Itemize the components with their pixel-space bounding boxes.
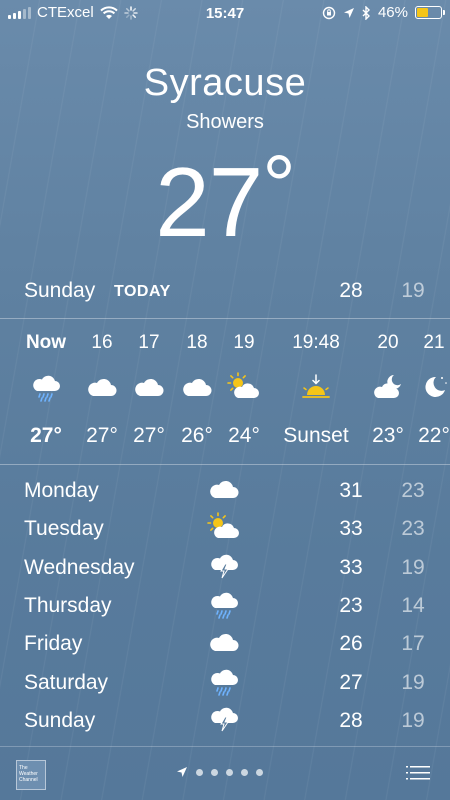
daily-high: 33 [339,517,363,541]
daily-row: Sunday 28 19 [0,702,450,740]
hourly-temp: 27° [86,424,118,447]
cloud-icon [179,372,215,402]
page-indicator[interactable] [176,766,263,778]
hourly-temp: 27° [30,424,62,447]
today-summary-row: Sunday TODAY 28 19 [0,279,450,307]
hourly-time: 19:48 [292,332,340,353]
page-dot[interactable] [256,768,263,776]
hourly-time: 17 [138,332,160,353]
daily-high: 28 [339,708,363,732]
daily-row: Tuesday 33 23 [0,510,450,548]
page-dot[interactable] [211,768,218,776]
hourly-time: Now [25,332,67,353]
page-dot[interactable] [196,768,203,776]
today-low: 19 [401,279,425,302]
bluetooth-icon [362,5,371,20]
today-label: TODAY [114,283,171,300]
rotation-lock-icon [322,6,336,20]
daily-day: Friday [24,632,83,656]
current-condition: Showers [186,111,264,133]
hourly-temp: 26° [181,424,213,447]
hourly-temp: 22° [418,424,450,447]
daily-day: Sunday [24,708,96,732]
daily-low: 19 [401,670,425,694]
battery-fill [417,8,428,17]
degree-symbol: ° [262,138,296,232]
current-location-arrow-icon [176,766,188,778]
daily-row: Thursday 23 14 [0,587,450,625]
hourly-temp: 24° [228,424,260,447]
moon-icon [416,372,450,402]
daily-row: Saturday 27 19 [0,664,450,702]
daily-day: Thursday [24,593,112,617]
daily-day: Tuesday [24,517,104,541]
daily-high: 33 [339,555,363,579]
daily-day: Saturday [24,670,109,694]
daily-low: 17 [401,632,425,656]
daily-day: Monday [24,479,99,502]
daily-row: Wednesday 33 19 [0,549,450,587]
hourly-time: 16 [91,332,113,353]
hourly-temp: 23° [372,424,404,447]
hourly-temp: Sunset [283,424,349,447]
moon-cloud-icon [370,372,406,402]
city-name: Syracuse [143,62,307,104]
cloud-icon [131,372,167,402]
thunderstorm-icon [206,704,242,734]
daily-row: Friday 26 17 [0,625,450,663]
daily-low: 19 [401,708,425,732]
daily-low: 23 [401,517,425,541]
daily-high: 27 [339,670,363,694]
daily-high: 31 [339,479,363,502]
hourly-time: 18 [186,332,208,353]
status-bar: CTExcel 15:47 46% [0,0,450,28]
hourly-temp: 27° [133,424,165,447]
status-right: 46% [322,4,445,21]
footer-bar: The Weather Channel [0,746,450,800]
hourly-time: 19 [233,332,255,353]
cloud-icon [206,627,242,657]
current-temperature: 27° [0,143,450,251]
city-list-icon[interactable] [406,765,430,781]
daily-high: 26 [339,632,363,656]
cloud-icon [84,372,120,402]
daily-day: Wednesday [24,555,135,579]
sun-cloud-icon [226,372,262,402]
today-high: 28 [339,279,363,302]
hourly-time: 20 [377,332,399,353]
hourly-forecast[interactable]: Now 27° 16 27° 17 27° 18 26° 19 24° 19:48 Sunset 20 2… [0,320,450,464]
daily-low: 14 [401,593,425,617]
cloud-icon [206,474,242,504]
rain-cloud-icon [28,372,64,402]
daily-low: 19 [401,555,425,579]
battery-icon [415,6,445,19]
daily-low: 23 [401,479,425,502]
sun-cloud-icon [206,512,242,542]
page-dot[interactable] [226,768,233,776]
daily-high: 23 [339,593,363,617]
divider-top [0,318,450,319]
battery-percent: 46% [377,4,408,21]
current-temperature-value: 27 [155,147,263,257]
hourly-time: 21 [423,332,445,353]
sunset-icon [298,372,334,402]
daily-row: Monday 31 23 [0,472,450,510]
divider-bottom [0,464,450,465]
thunderstorm-icon [206,551,242,581]
rain-cloud-icon [206,589,242,619]
weather-channel-logo[interactable]: The Weather Channel [16,760,46,790]
page-dot[interactable] [241,768,248,776]
today-day: Sunday [24,279,96,302]
location-arrow-icon [343,7,355,19]
rain-cloud-icon [206,666,242,696]
